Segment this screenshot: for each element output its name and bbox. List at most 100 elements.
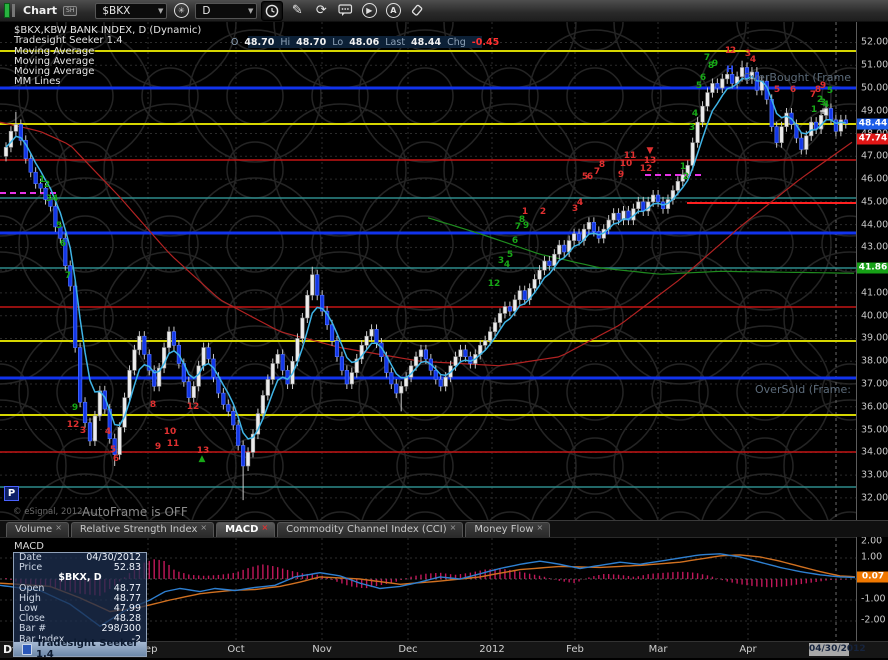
quote-board-button[interactable] bbox=[335, 2, 355, 20]
interval-select[interactable]: D ▼ bbox=[195, 2, 258, 19]
last-value: 48.44 bbox=[411, 36, 442, 48]
indicator-tab-row: Volume × Relative Strength Index × MACD × Comm… bbox=[0, 520, 888, 540]
close-icon[interactable]: × bbox=[55, 523, 62, 532]
p-marker-badge[interactable]: P bbox=[4, 486, 19, 501]
erase-button[interactable] bbox=[407, 2, 427, 20]
count-annotation: 8 bbox=[599, 160, 605, 170]
close-icon[interactable]: × bbox=[537, 523, 544, 532]
count-annotation: 2 bbox=[730, 46, 736, 56]
price-tick-label: 41.00 bbox=[861, 287, 888, 299]
price-tick-label: 37.00 bbox=[861, 378, 888, 390]
current-date-badge: 04/30/2012 bbox=[809, 643, 866, 656]
count-annotation: 6 bbox=[512, 236, 518, 246]
count-annotation: 6 bbox=[587, 172, 593, 182]
callout-icon bbox=[338, 4, 352, 16]
price-tick-label: 47.00 bbox=[861, 150, 888, 162]
price-tick-label: 43.00 bbox=[861, 241, 888, 253]
count-annotation: + bbox=[819, 107, 827, 117]
data-window-row: Bar #298/300 bbox=[19, 623, 141, 635]
count-annotation: 9 bbox=[155, 442, 161, 452]
overbought-label: OverBought (Frame bbox=[742, 71, 851, 84]
reload-button[interactable]: ⟳ bbox=[311, 2, 331, 20]
count-annotation: 5 bbox=[56, 221, 62, 231]
count-annotation: ▲ bbox=[199, 454, 206, 464]
count-annotation: 11 bbox=[167, 439, 180, 449]
play-circle-icon: ▶ bbox=[361, 3, 377, 18]
month-label-apr: Apr bbox=[739, 644, 757, 655]
tab-label: Commodity Channel Index (CCI) bbox=[286, 524, 447, 535]
close-icon[interactable]: × bbox=[450, 523, 457, 532]
symbol-settings-button[interactable]: ✳ bbox=[171, 2, 191, 20]
price-tick-label: 45.00 bbox=[861, 196, 888, 208]
macd-pane-label: MACD bbox=[14, 541, 44, 552]
replay-button[interactable]: ▶ bbox=[359, 2, 379, 20]
low-value: 48.06 bbox=[349, 36, 380, 48]
close-icon[interactable]: × bbox=[261, 523, 268, 532]
price-tick-label: 38.00 bbox=[861, 355, 888, 367]
tab-label: MACD bbox=[225, 524, 259, 535]
price-tick-label: 52.00 bbox=[861, 36, 888, 48]
macd-tick-label: -1.00 bbox=[861, 593, 886, 605]
last-label: Last bbox=[385, 36, 406, 48]
count-annotation: 1 bbox=[522, 207, 528, 217]
window-control-icon[interactable] bbox=[4, 3, 15, 18]
oversold-label: OverSold (Frame: bbox=[755, 383, 851, 396]
green-ma-value-badge: 41.86 bbox=[857, 262, 888, 274]
count-annotation: 34 bbox=[46, 194, 59, 204]
price-tick-label: 51.00 bbox=[861, 59, 888, 71]
tab-label: Relative Strength Index bbox=[79, 524, 198, 535]
price-chart-pane[interactable]: 1 2 34 5 6 7 9 12 3 4 5 6 8 9 10 11 12 13 ▲ 12 3 4 5 6 7 8 9 1 2 3 4 5 6… bbox=[0, 22, 856, 520]
data-window[interactable]: Date 04/30/2012 Price 52.83 $BKX, D Open 48.… bbox=[13, 552, 147, 660]
count-annotation: 5 bbox=[827, 86, 833, 96]
month-label-oct: Oct bbox=[227, 644, 245, 655]
count-annotation: 4 bbox=[105, 427, 111, 437]
count-annotation: 7 bbox=[65, 271, 71, 281]
change-value: -0.45 bbox=[471, 36, 500, 48]
month-label-mar: Mar bbox=[648, 644, 668, 655]
macd-axis[interactable]: 2.00 1.00 -1.00 -2.00 0.07 bbox=[856, 537, 888, 641]
close-icon[interactable]: × bbox=[200, 523, 207, 532]
high-label: Hi bbox=[280, 36, 291, 48]
time-interval-button[interactable] bbox=[261, 0, 284, 21]
circular-arrow-icon: ⟳ bbox=[315, 3, 327, 18]
chevron-down-icon[interactable]: ▼ bbox=[158, 7, 163, 15]
gear-icon: ✳ bbox=[173, 3, 189, 18]
chart-legend: $BKX,KBW BANK INDEX, D (Dynamic) Tradesi… bbox=[14, 25, 201, 88]
count-annotation: ▼ bbox=[647, 146, 654, 156]
count-annotation: 9 bbox=[712, 59, 718, 69]
count-annotation: 2 bbox=[44, 180, 50, 190]
data-window-titlebar[interactable]: Tradesight Seeker 1.4 bbox=[14, 638, 146, 660]
pencil-icon: ✎ bbox=[291, 3, 303, 18]
count-annotation: 9 bbox=[618, 170, 624, 180]
symbol-input[interactable]: $BKX ▼ bbox=[95, 2, 168, 19]
count-annotation: 3 bbox=[689, 123, 695, 133]
price-tick-label: 36.00 bbox=[861, 401, 888, 413]
low-label: Lo bbox=[332, 36, 344, 48]
price-tick-label: 50.00 bbox=[861, 82, 888, 94]
chart-window: { "window": {"title": "Chart", "badge": … bbox=[0, 0, 888, 660]
price-tick-label: 34.00 bbox=[861, 446, 888, 458]
count-annotation: 12 bbox=[187, 402, 200, 412]
count-annotation: 12 bbox=[67, 420, 80, 430]
count-annotation: H bbox=[726, 65, 734, 75]
count-annotation: 4 bbox=[750, 55, 756, 65]
study-icon bbox=[22, 643, 33, 655]
count-annotation: 2 bbox=[683, 172, 689, 182]
price-axis[interactable]: 52.0051.0050.0049.0048.0047.0046.0045.00… bbox=[856, 22, 888, 520]
last-price-badge: 48.44 bbox=[857, 118, 888, 130]
draw-button[interactable]: ✎ bbox=[287, 2, 307, 20]
auto-annotate-button[interactable]: A bbox=[383, 2, 403, 20]
autoframe-status: AutoFrame is OFF bbox=[82, 505, 188, 519]
chevron-down-icon[interactable]: ▼ bbox=[248, 7, 253, 15]
price-tick-label: 46.00 bbox=[861, 173, 888, 185]
macd-value-badge: 0.07 bbox=[857, 571, 888, 583]
price-chart-svg[interactable]: 12345679123 4568910111213▲123 4567891 2 3456… bbox=[0, 22, 856, 520]
price-tick-label: 44.00 bbox=[861, 219, 888, 231]
price-tick-label: 39.00 bbox=[861, 332, 888, 344]
tab-label: Money Flow bbox=[474, 524, 534, 535]
eraser-icon bbox=[411, 4, 423, 16]
month-label-2012: 2012 bbox=[479, 644, 505, 655]
count-annotation: 5 bbox=[774, 85, 780, 95]
count-annotation: 4 bbox=[577, 198, 583, 208]
month-label-nov: Nov bbox=[312, 644, 332, 655]
